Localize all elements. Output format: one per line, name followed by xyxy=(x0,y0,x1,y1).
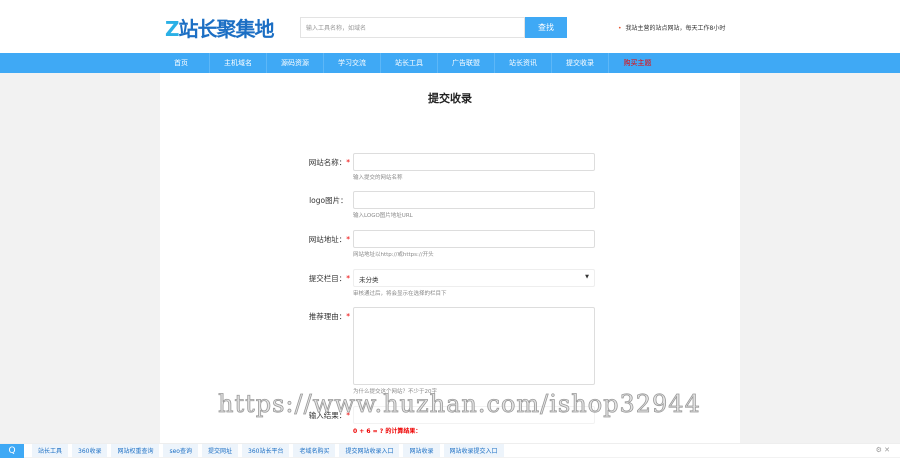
site-url-hint: 网站地址以http://或https://开头 xyxy=(353,252,434,258)
logo-hint: 输入LOGO图片地址URL xyxy=(353,213,413,219)
site-name-hint: 输入提交的网站名称 xyxy=(353,175,403,181)
search-input[interactable]: 输入工具名称，如域名 xyxy=(300,17,525,38)
bottom-link[interactable]: 网站权重查询 xyxy=(111,444,160,457)
nav-item-home[interactable]: 首页 xyxy=(153,53,210,73)
nav-item-news[interactable]: 站长资讯 xyxy=(495,53,552,73)
bottom-bar: Q 站长工具 360收录 网站权重查询 seo查询 提交网址 360站长平台 老… xyxy=(0,443,900,458)
bottom-link[interactable]: 360收录 xyxy=(72,444,108,457)
nav-item-source[interactable]: 源码资源 xyxy=(267,53,324,73)
watermark: https://www.huzhan.com/ishop32944 xyxy=(218,390,701,419)
nav-item-hosting[interactable]: 主机域名 xyxy=(210,53,267,73)
site-name-input[interactable] xyxy=(353,153,595,171)
category-select[interactable]: 未分类 ▼ xyxy=(353,269,595,287)
category-label: 提交栏目：* xyxy=(308,274,350,283)
submit-form: 提交收录 网站名称：* 输入提交的网站名称 logo图片： 输入LOGO图片地址… xyxy=(160,73,740,443)
logo-label: logo图片： xyxy=(309,196,348,205)
logo-input[interactable] xyxy=(353,191,595,209)
bottom-link[interactable]: 360站长平台 xyxy=(242,444,290,457)
reason-textarea[interactable] xyxy=(353,307,595,385)
close-icon[interactable]: ⚙ ✕ xyxy=(876,446,890,454)
nav-item-tools[interactable]: 站长工具 xyxy=(381,53,438,73)
nav-item-buy-theme[interactable]: 购买主题 xyxy=(609,53,666,73)
page-title: 提交收录 xyxy=(428,92,472,105)
main-nav: 首页 主机域名 源码资源 学习交流 站长工具 广告联盟 站长资讯 提交收录 购买… xyxy=(0,53,900,73)
site-logo[interactable]: Z站长聚集地 xyxy=(165,13,275,42)
header: Z站长聚集地 输入工具名称，如域名 查找 • 我站主营的站点网站，每天工作8小时 xyxy=(0,0,900,53)
nav-item-learn[interactable]: 学习交流 xyxy=(324,53,381,73)
nav-item-submit[interactable]: 提交收录 xyxy=(552,53,609,73)
bottom-link[interactable]: 网站收录提交入口 xyxy=(443,444,504,457)
search-icon[interactable]: Q xyxy=(0,443,24,458)
bottom-link[interactable]: 提交网址 xyxy=(201,444,238,457)
nav-item-ads[interactable]: 广告联盟 xyxy=(438,53,495,73)
site-url-label: 网站地址：* xyxy=(308,235,350,244)
notice-text: 我站主营的站点网站，每天工作8小时 xyxy=(625,25,726,32)
bottom-link[interactable]: 提交网站收录入口 xyxy=(339,444,400,457)
notice: • 我站主营的站点网站，每天工作8小时 xyxy=(618,23,725,32)
bottom-link[interactable]: 老域名购买 xyxy=(293,444,336,457)
captcha-question: 0 + 6 = ? 的计算结果： xyxy=(353,428,422,435)
bottom-link[interactable]: seo查询 xyxy=(163,444,198,457)
search-button[interactable]: 查找 xyxy=(525,17,567,38)
reason-label: 推荐理由：* xyxy=(308,312,350,321)
bottom-link[interactable]: 站长工具 xyxy=(32,444,69,457)
category-hint: 审核通过后，将会显示在选择的栏目下 xyxy=(353,291,447,297)
bottom-link[interactable]: 网站收录 xyxy=(403,444,440,457)
site-name-label: 网站名称：* xyxy=(308,158,350,167)
bullet-icon: • xyxy=(618,25,622,32)
dropdown-arrow-icon: ▼ xyxy=(585,274,589,280)
site-url-input[interactable] xyxy=(353,230,595,248)
